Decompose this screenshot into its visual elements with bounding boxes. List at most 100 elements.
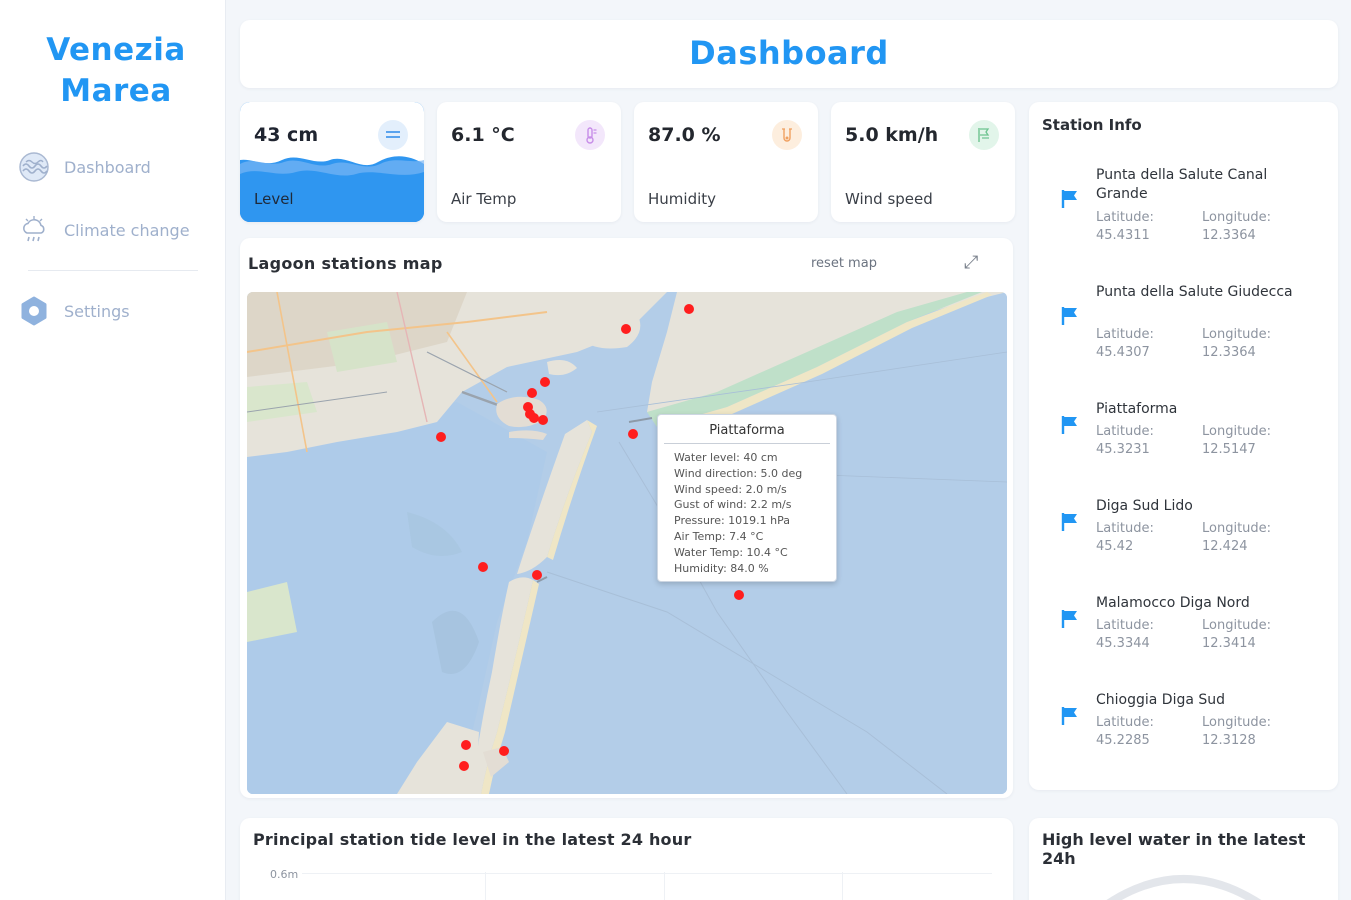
kpi-wind-value: 5.0 km/h [845,124,939,146]
lagoon-map[interactable]: Piattaforma Water level: 40 cm Wind dire… [247,292,1007,794]
popup-title: Piattaforma [664,415,830,444]
thermometer-icon [575,120,605,150]
map-canvas [247,292,1007,794]
brand-line-2: Marea [60,73,172,109]
high-water-gauge [1106,875,1262,900]
popup-line: Humidity: 84.0 % [674,561,769,575]
station-longitude: Longitude: 12.3364 [1202,210,1272,243]
station-marker [527,388,537,398]
map-title: Lagoon stations map [248,254,443,273]
flag-icon [1061,610,1077,628]
popup-line: Water level: 40 cm [674,451,778,464]
station-longitude: Longitude: 12.3364 [1202,327,1272,360]
station-marker [538,415,548,425]
station-item[interactable]: Punta della Salute Canal Grande Latitude… [1059,166,1329,246]
station-marker [621,324,631,334]
station-marker [529,413,539,423]
station-popup: Piattaforma Water level: 40 cm Wind dire… [657,414,837,582]
tide-chart-title: Principal station tide level in the late… [253,830,692,849]
flag-icon [1061,513,1077,531]
popup-line: Air Temp: 7.4 °C [674,529,764,543]
brand-line-1: Venezia [46,32,186,68]
flag-icon [1061,307,1077,325]
station-marker [459,761,469,771]
station-item[interactable]: Punta della Salute Giudecca Latitude: 45.… [1059,283,1329,363]
kpi-wind-card: 5.0 km/h Wind speed [831,102,1015,222]
flag-icon [1061,190,1077,208]
high-water-panel: High level water in the latest 24h [1029,818,1338,900]
station-longitude: Longitude: 12.3128 [1202,715,1272,748]
kpi-humidity-value: 87.0 % [648,124,721,146]
nav-item-settings[interactable]: Settings [18,294,130,328]
station-longitude: Longitude: 12.424 [1202,521,1272,554]
kpi-level-card: 43 cm Level [240,102,424,222]
page-header: Dashboard [240,20,1338,88]
humidity-icon [772,120,802,150]
brand-logo: Venezia Marea [0,30,232,112]
station-item[interactable]: Diga Sud Lido Latitude: 45.42 Longitude: 1… [1059,497,1329,557]
station-marker [499,746,509,756]
nav-label-settings: Settings [64,301,130,321]
nav-label-climate-change: Climate change [64,220,190,240]
station-item[interactable]: Piattaforma Latitude: 45.3231 Longitude: 1… [1059,400,1329,460]
y-axis-tick: 0.6m [270,868,299,881]
station-latitude: Latitude: 45.42 [1096,521,1154,554]
nav-label-dashboard: Dashboard [64,157,151,177]
station-item[interactable]: Chioggia Diga Sud Latitude: 45.2285 Longi… [1059,691,1329,751]
station-marker [540,377,550,387]
reset-map-button[interactable]: reset map [811,256,877,271]
station-marker [628,429,638,439]
station-name: Chioggia Diga Sud [1096,692,1226,708]
nav-divider [28,270,198,271]
station-marker [478,562,488,572]
gridline [842,872,843,900]
station-latitude: Latitude: 45.4311 [1096,210,1154,243]
station-longitude: Longitude: 12.3414 [1202,618,1272,651]
page-title: Dashboard [689,34,889,72]
station-name: Punta della Salute Giudecca [1096,284,1293,300]
station-name: Diga Sud Lido [1096,498,1193,514]
station-longitude: Longitude: 12.5147 [1202,424,1272,457]
kpi-air-temp-label: Air Temp [451,190,517,208]
station-marker [461,740,471,750]
sidebar: Venezia Marea Dashboard Climate change S… [0,0,226,900]
expand-icon[interactable]: ⤢ [964,252,978,273]
station-item[interactable]: Malamocco Diga Nord Latitude: 45.3344 Lon… [1059,594,1329,654]
station-marker [684,304,694,314]
flag-icon [1061,707,1077,725]
station-latitude: Latitude: 45.3344 [1096,618,1154,651]
popup-line: Wind speed: 2.0 m/s [674,482,787,496]
gridline [302,873,992,874]
popup-line: Gust of wind: 2.2 m/s [674,498,792,512]
kpi-humidity-label: Humidity [648,190,717,208]
station-marker [436,432,446,442]
equals-icon [378,120,408,150]
station-marker [734,590,744,600]
station-info-panel: Station Info Punta della Salute Canal Gr… [1029,102,1338,790]
popup-line: Water Temp: 10.4 °C [674,545,788,559]
popup-line: Pressure: 1019.1 hPa [674,514,791,528]
popup-details: Water level: 40 cm Wind direction: 5.0 d… [658,444,836,576]
gridline [664,872,665,900]
flag-icon [1061,416,1077,434]
station-latitude: Latitude: 45.2285 [1096,715,1154,748]
cloud-rain-icon [18,214,50,246]
kpi-level-value: 43 cm [254,124,319,146]
wave-icon [18,151,50,183]
kpi-air-temp-card: 6.1 °C Air Temp [437,102,621,222]
nav-item-climate-change[interactable]: Climate change [18,213,190,247]
station-name: Piattaforma [1096,401,1178,417]
nav-item-dashboard[interactable]: Dashboard [18,150,151,184]
station-name: Punta della Salute Canal Grande [1096,167,1268,202]
kpi-level-label: Level [254,190,294,208]
station-marker [532,570,542,580]
map-panel: Lagoon stations map reset map ⤢ Piattafo… [240,238,1013,798]
station-latitude: Latitude: 45.3231 [1096,424,1154,457]
gridline [485,872,486,900]
popup-line: Wind direction: 5.0 deg [674,466,803,480]
kpi-wind-label: Wind speed [845,190,933,208]
kpi-humidity-card: 87.0 % Humidity [634,102,818,222]
tide-chart-panel: Principal station tide level in the late… [240,818,1013,900]
station-name: Malamocco Diga Nord [1096,595,1250,611]
gear-icon [18,295,50,327]
